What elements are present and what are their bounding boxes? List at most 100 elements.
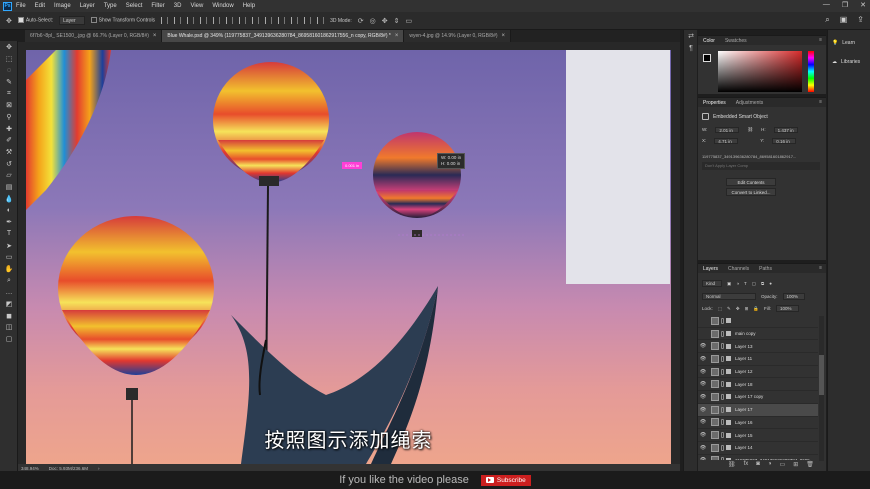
menu-filter[interactable]: Filter (151, 3, 164, 9)
filter-shape-icon[interactable]: ▢ (752, 281, 756, 287)
align-right-icon[interactable] (226, 17, 234, 24)
auto-select-checkbox[interactable]: Auto-Select: (17, 17, 53, 24)
tab-properties[interactable]: Properties (703, 100, 726, 106)
3d-roll-icon[interactable]: ◎ (370, 17, 376, 25)
minimize-button[interactable]: — (823, 1, 830, 9)
menu-select[interactable]: Select (126, 3, 143, 9)
menu-edit[interactable]: Edit (35, 3, 45, 9)
clone-stamp-icon[interactable]: ⚒ (0, 146, 18, 158)
visibility-eye-icon[interactable]: 👁 (698, 369, 708, 375)
close-icon[interactable]: × (502, 33, 506, 39)
3d-pan-icon[interactable]: ✥ (382, 17, 388, 25)
layer-row[interactable]: 👁 Layer 17 (698, 403, 818, 417)
3d-rotate-icon[interactable]: ⟳ (358, 17, 364, 25)
quick-select-tool-icon[interactable]: ✎ (0, 76, 18, 88)
layer-row[interactable]: 👁 119775837_349139636280784_8695... (698, 455, 818, 460)
learn-button[interactable]: 💡 Learn (832, 40, 855, 46)
libraries-button[interactable]: ☁ Libraries (832, 59, 860, 65)
menu-view[interactable]: View (190, 3, 203, 9)
crop-tool-icon[interactable]: ⌗ (0, 88, 18, 100)
default-colors-icon[interactable]: ◩ (0, 298, 18, 310)
layer-row[interactable] (698, 315, 818, 328)
hand-tool-icon[interactable]: ✋ (0, 263, 18, 275)
new-layer-icon[interactable]: ⊞ (793, 461, 798, 468)
quick-mask-icon[interactable]: ◫ (0, 322, 18, 334)
blend-mode-select[interactable]: Normal (702, 293, 756, 300)
type-tool-icon[interactable]: T (0, 228, 18, 240)
new-group-icon[interactable]: ▭ (780, 461, 786, 468)
adjustment-layer-icon[interactable]: ◑ (768, 461, 772, 468)
layer-row[interactable]: 👁 Layer 18 (698, 378, 818, 392)
align-vcenter-icon[interactable] (174, 17, 182, 24)
tab-swatches[interactable]: Swatches (725, 38, 747, 44)
eyedropper-tool-icon[interactable]: ⚲ (0, 111, 18, 123)
filter-adjustment-icon[interactable]: ◑ (736, 281, 739, 286)
lock-transparent-icon[interactable]: ⬚ (718, 306, 722, 312)
lock-pixels-icon[interactable]: ✎ (727, 306, 731, 312)
close-button[interactable]: ✕ (860, 1, 866, 9)
align-top-icon[interactable] (161, 17, 169, 24)
menu-type[interactable]: Type (104, 3, 117, 9)
add-mask-icon[interactable]: ◙ (756, 461, 760, 468)
layer-row[interactable]: 👁 Layer 13 (698, 340, 818, 354)
hue-slider[interactable] (808, 51, 814, 92)
more-tools-icon[interactable]: … (0, 286, 18, 298)
align-hcenter-icon[interactable] (213, 17, 221, 24)
move-tool-icon[interactable]: ✥ (6, 17, 12, 25)
3d-scale-icon[interactable]: ▭ (405, 17, 412, 25)
distribute-top-icon[interactable] (239, 17, 247, 24)
lasso-tool-icon[interactable]: ◌ (0, 64, 18, 76)
brush-tool-icon[interactable]: ✐ (0, 135, 18, 147)
tab-adjustments[interactable]: Adjustments (736, 100, 764, 106)
menu-3d[interactable]: 3D (174, 3, 182, 9)
x-field[interactable]: 4.71 in (714, 138, 739, 144)
trash-icon[interactable]: 🗑 (806, 461, 814, 468)
filter-kind-select[interactable]: Kind (702, 280, 723, 287)
filter-smart-icon[interactable]: ⧉ (761, 281, 764, 286)
history-icon[interactable]: ⇄ (684, 30, 698, 42)
document-canvas[interactable] (26, 50, 671, 464)
visibility-eye-icon[interactable]: 👁 (698, 394, 708, 400)
visibility-eye-icon[interactable]: 👁 (698, 445, 708, 451)
tab-document-1[interactable]: 6f7b6~8pl_ SE1500_.jpg @ 66.7% (Layer 0,… (25, 30, 163, 42)
pen-tool-icon[interactable]: ✒ (0, 216, 18, 228)
menu-layer[interactable]: Layer (80, 3, 95, 9)
search-icon[interactable]: ⌕ (825, 15, 829, 25)
foreground-color-swatch[interactable] (703, 54, 711, 62)
menu-help[interactable]: Help (243, 3, 255, 9)
maximize-button[interactable]: ❐ (842, 1, 848, 9)
visibility-eye-icon[interactable]: 👁 (698, 407, 708, 413)
blur-tool-icon[interactable]: 💧 (0, 193, 18, 205)
layer-row[interactable]: 👁 Layer 12 (698, 366, 818, 379)
distribute-vcenter-icon[interactable] (252, 17, 260, 24)
visibility-eye-icon[interactable]: 👁 (698, 343, 708, 349)
gradient-tool-icon[interactable]: ▤ (0, 181, 18, 193)
layer-row[interactable]: 👁 Layer 11 (698, 353, 818, 366)
panel-menu-icon[interactable]: ≡ (819, 99, 822, 105)
lock-all-icon[interactable]: 🔒 (753, 306, 759, 312)
lock-artboard-icon[interactable]: ⊞ (745, 306, 749, 312)
lock-position-icon[interactable]: ✥ (736, 306, 740, 312)
layer-row[interactable]: 👁 Layer 16 (698, 417, 818, 430)
close-icon[interactable]: × (153, 33, 157, 39)
edit-contents-button[interactable]: Edit Contents (726, 178, 776, 186)
y-field[interactable]: 0.16 in (772, 138, 797, 144)
fill-field[interactable]: 100% (775, 305, 799, 312)
layer-comp-select[interactable]: Don't Apply Layer Comp (702, 162, 820, 170)
distribute-bottom-icon[interactable] (265, 17, 273, 24)
align-bottom-icon[interactable] (187, 17, 195, 24)
filter-type-icon[interactable]: T (744, 281, 747, 286)
menu-window[interactable]: Window (212, 3, 233, 9)
tab-document-2[interactable]: Blue Whale.psd @ 349% (119775837_3491396… (162, 30, 405, 42)
h-field[interactable]: 1.437 in (773, 127, 798, 133)
auto-select-dropdown[interactable]: Layer (59, 16, 85, 25)
tab-paths[interactable]: Paths (759, 266, 772, 272)
convert-to-linked-button[interactable]: Convert to Linked... (726, 188, 776, 196)
opacity-field[interactable]: 100% (782, 293, 806, 300)
show-transform-checkbox[interactable]: Show Transform Controls (90, 17, 155, 24)
visibility-eye-icon[interactable]: 👁 (698, 457, 708, 460)
color-picker-field[interactable] (718, 51, 802, 92)
tab-channels[interactable]: Channels (728, 266, 749, 272)
healing-brush-icon[interactable]: ✚ (0, 123, 18, 135)
screen-mode-icon[interactable]: ▢ (0, 333, 18, 345)
